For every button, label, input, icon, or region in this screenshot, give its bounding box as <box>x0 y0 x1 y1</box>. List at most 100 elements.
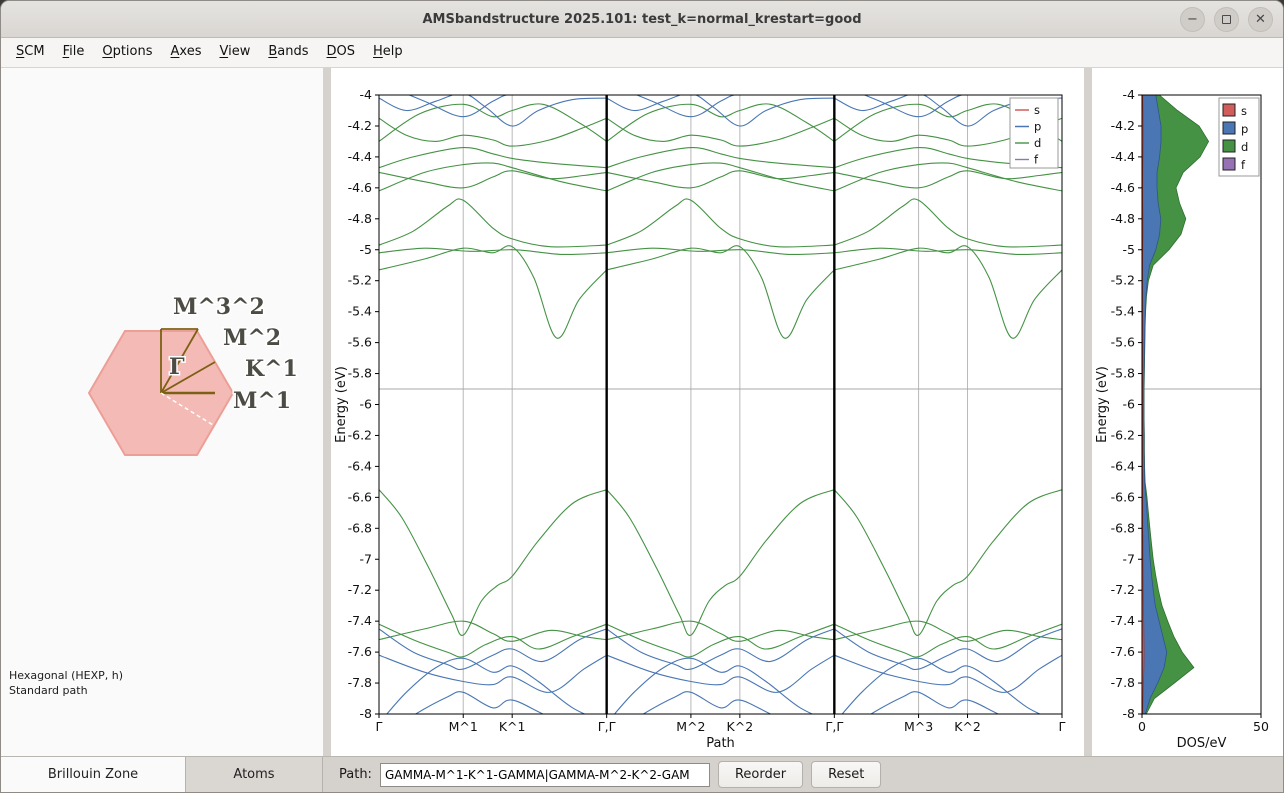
brillouin-panel: M^3^2 M^2 Γ K^1 M^1 Hexagonal (HEXP, h) … <box>1 68 323 756</box>
svg-text:-6.2: -6.2 <box>348 427 372 442</box>
band-structure-panel: -4-4.2-4.4-4.6-4.8-5-5.2-5.4-5.6-5.8-6-6… <box>331 68 1084 756</box>
svg-text:-4.4: -4.4 <box>1111 149 1135 164</box>
svg-text:M^2: M^2 <box>676 719 705 734</box>
bz-label-m1: M^1 <box>233 388 291 414</box>
dos-yaxis-label: Energy (eV) <box>1095 366 1110 443</box>
tab-atoms[interactable]: Atoms <box>186 757 323 792</box>
bz-label-m3: M^3^2 <box>173 294 265 320</box>
svg-text:d: d <box>1034 136 1041 150</box>
menu-file[interactable]: File <box>54 38 94 67</box>
bz-label-gamma: Γ <box>169 354 185 380</box>
svg-text:-7.8: -7.8 <box>1111 675 1135 690</box>
svg-text:-8: -8 <box>1123 706 1136 721</box>
svg-text:p: p <box>1241 122 1248 136</box>
maximize-icon <box>1222 15 1231 24</box>
svg-text:K^1: K^1 <box>499 719 526 734</box>
menu-dos[interactable]: DOS <box>318 38 365 67</box>
svg-text:-5.2: -5.2 <box>1111 273 1135 288</box>
svg-text:-6.8: -6.8 <box>348 520 372 535</box>
svg-text:-4.4: -4.4 <box>348 149 372 164</box>
svg-text:Γ: Γ <box>1059 719 1066 734</box>
svg-text:-7.4: -7.4 <box>348 613 372 628</box>
minimize-icon: − <box>1187 12 1198 27</box>
svg-text:-7: -7 <box>1123 551 1135 566</box>
svg-text:-4.6: -4.6 <box>1111 180 1135 195</box>
menu-axes[interactable]: Axes <box>162 38 211 67</box>
svg-text:-4.2: -4.2 <box>1111 118 1135 133</box>
svg-text:-4.2: -4.2 <box>348 118 372 133</box>
svg-text:Γ,Γ: Γ,Γ <box>598 719 616 734</box>
svg-text:-5.6: -5.6 <box>348 335 372 350</box>
svg-text:-7.2: -7.2 <box>348 582 372 597</box>
dos-plot: -4-4.2-4.4-4.6-4.8-5-5.2-5.4-5.6-5.8-6-6… <box>1092 68 1283 756</box>
svg-text:50: 50 <box>1253 719 1269 734</box>
svg-text:p: p <box>1034 120 1041 134</box>
band-structure-plot: -4-4.2-4.4-4.6-4.8-5-5.2-5.4-5.6-5.8-6-6… <box>331 68 1084 756</box>
path-controls: Path: Reorder Reset <box>331 757 881 792</box>
close-button[interactable]: ✕ <box>1248 7 1273 32</box>
band-curves <box>379 83 1062 739</box>
svg-text:-7: -7 <box>360 551 372 566</box>
main-content: M^3^2 M^2 Γ K^1 M^1 Hexagonal (HEXP, h) … <box>1 68 1283 756</box>
svg-text:-5.8: -5.8 <box>348 366 372 381</box>
tab-brillouin-zone[interactable]: Brillouin Zone <box>1 757 186 792</box>
menu-bands[interactable]: Bands <box>259 38 317 67</box>
svg-text:M^3: M^3 <box>904 719 933 734</box>
svg-text:d: d <box>1241 140 1248 154</box>
svg-text:s: s <box>1034 103 1040 117</box>
menu-help[interactable]: Help <box>364 38 412 67</box>
window-controls: − ✕ <box>1180 7 1273 32</box>
lattice-path-type: Standard path <box>9 683 123 698</box>
svg-text:-6.8: -6.8 <box>1111 520 1135 535</box>
band-legend: spdf <box>1010 98 1058 168</box>
svg-text:-6: -6 <box>1123 397 1136 412</box>
svg-text:-6.6: -6.6 <box>1111 489 1135 504</box>
brillouin-zone-canvas[interactable]: M^3^2 M^2 Γ K^1 M^1 <box>1 68 323 756</box>
svg-text:K^2: K^2 <box>727 719 754 734</box>
svg-text:-4.6: -4.6 <box>348 180 372 195</box>
svg-text:-6: -6 <box>360 397 373 412</box>
menu-options[interactable]: Options <box>93 38 161 67</box>
svg-text:-6.2: -6.2 <box>1111 427 1135 442</box>
minimize-button[interactable]: − <box>1180 7 1205 32</box>
svg-text:-8: -8 <box>360 706 373 721</box>
titlebar: AMSbandstructure 2025.101: test_k=normal… <box>1 1 1283 38</box>
svg-text:-5.4: -5.4 <box>1111 304 1135 319</box>
svg-text:-5.4: -5.4 <box>348 304 372 319</box>
svg-text:-4.8: -4.8 <box>1111 211 1135 226</box>
svg-text:-4: -4 <box>360 87 373 102</box>
lattice-type: Hexagonal (HEXP, h) <box>9 668 123 683</box>
lattice-caption: Hexagonal (HEXP, h) Standard path <box>9 668 123 698</box>
band-yaxis-label: Energy (eV) <box>334 366 349 443</box>
reorder-button[interactable]: Reorder <box>718 761 803 788</box>
svg-text:-4.8: -4.8 <box>348 211 372 226</box>
menu-scm[interactable]: SCM <box>7 38 54 67</box>
menu-view[interactable]: View <box>211 38 260 67</box>
reset-button[interactable]: Reset <box>811 761 881 788</box>
app-window: AMSbandstructure 2025.101: test_k=normal… <box>0 0 1284 793</box>
svg-text:-5: -5 <box>1123 242 1135 257</box>
svg-text:-6.4: -6.4 <box>1111 458 1135 473</box>
svg-text:-5.2: -5.2 <box>348 273 372 288</box>
svg-text:-7.2: -7.2 <box>1111 582 1135 597</box>
close-icon: ✕ <box>1255 12 1266 27</box>
svg-text:-7.4: -7.4 <box>1111 613 1135 628</box>
svg-text:K^2: K^2 <box>954 719 981 734</box>
svg-text:Γ,Γ: Γ,Γ <box>825 719 843 734</box>
svg-text:s: s <box>1241 104 1247 118</box>
bz-label-m2: M^2 <box>223 325 281 351</box>
path-label: Path: <box>339 767 372 782</box>
view-tabs: Brillouin Zone Atoms <box>1 757 331 792</box>
bottombar: Brillouin Zone Atoms Path: Reorder Reset <box>1 756 1283 792</box>
svg-text:-7.6: -7.6 <box>348 644 372 659</box>
svg-text:-7.8: -7.8 <box>348 675 372 690</box>
svg-text:-5.8: -5.8 <box>1111 366 1135 381</box>
bz-label-k1: K^1 <box>245 356 298 382</box>
path-input[interactable] <box>380 763 710 787</box>
window-title: AMSbandstructure 2025.101: test_k=normal… <box>422 12 861 27</box>
menubar: SCMFileOptionsAxesViewBandsDOSHelp <box>1 38 1283 68</box>
dos-panel: -4-4.2-4.4-4.6-4.8-5-5.2-5.4-5.6-5.8-6-6… <box>1092 68 1283 756</box>
band-xaxis-label: Path <box>706 736 735 751</box>
svg-text:-4: -4 <box>1123 87 1136 102</box>
maximize-button[interactable] <box>1214 7 1239 32</box>
